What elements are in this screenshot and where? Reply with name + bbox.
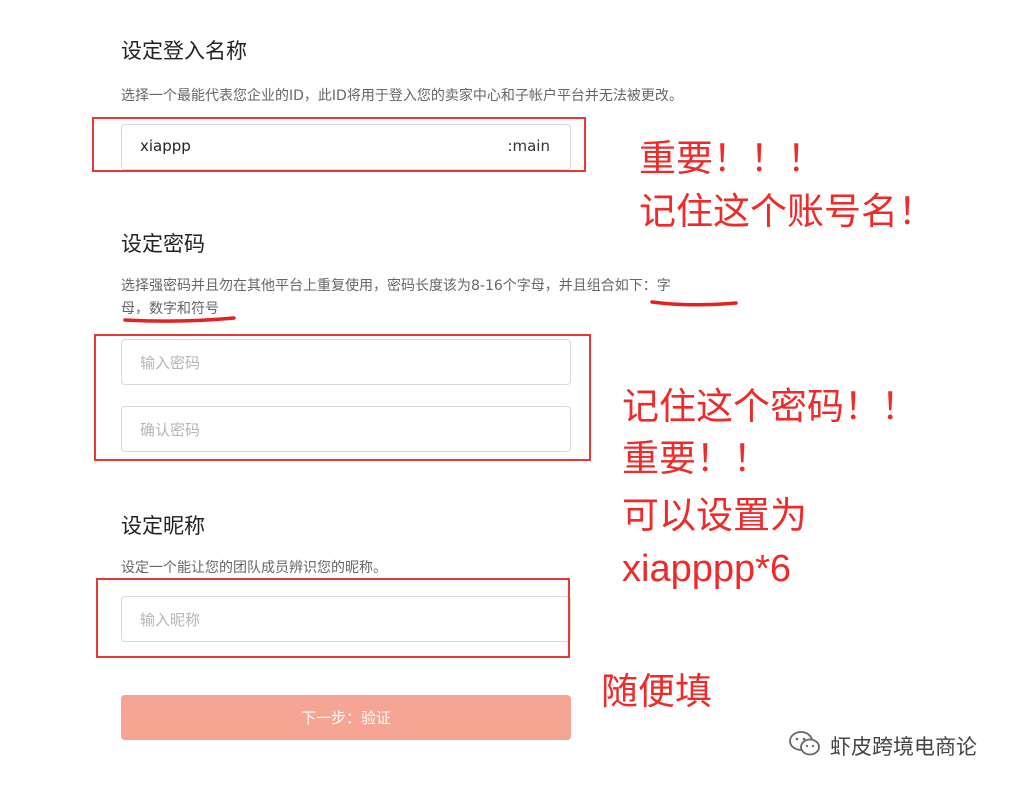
password-note-can-set: 可以设置为 [622,494,807,537]
watermark: 虾皮跨境电商论 [788,728,977,764]
password-note-remember: 记住这个密码！！ [622,385,918,428]
nickname-note: 随便填 [601,670,712,713]
underline-letters-digits-symbols [123,316,236,323]
password-note-example: xiapppp*6 [622,548,792,590]
underline-zuhe [650,300,738,307]
login-note-important: 重要！！！ [639,137,824,180]
login-note-remember: 记住这个账号名！ [639,190,935,233]
wechat-icon [788,729,822,763]
password-note-important: 重要！！ [622,437,770,480]
watermark-text: 虾皮跨境电商论 [830,735,977,759]
